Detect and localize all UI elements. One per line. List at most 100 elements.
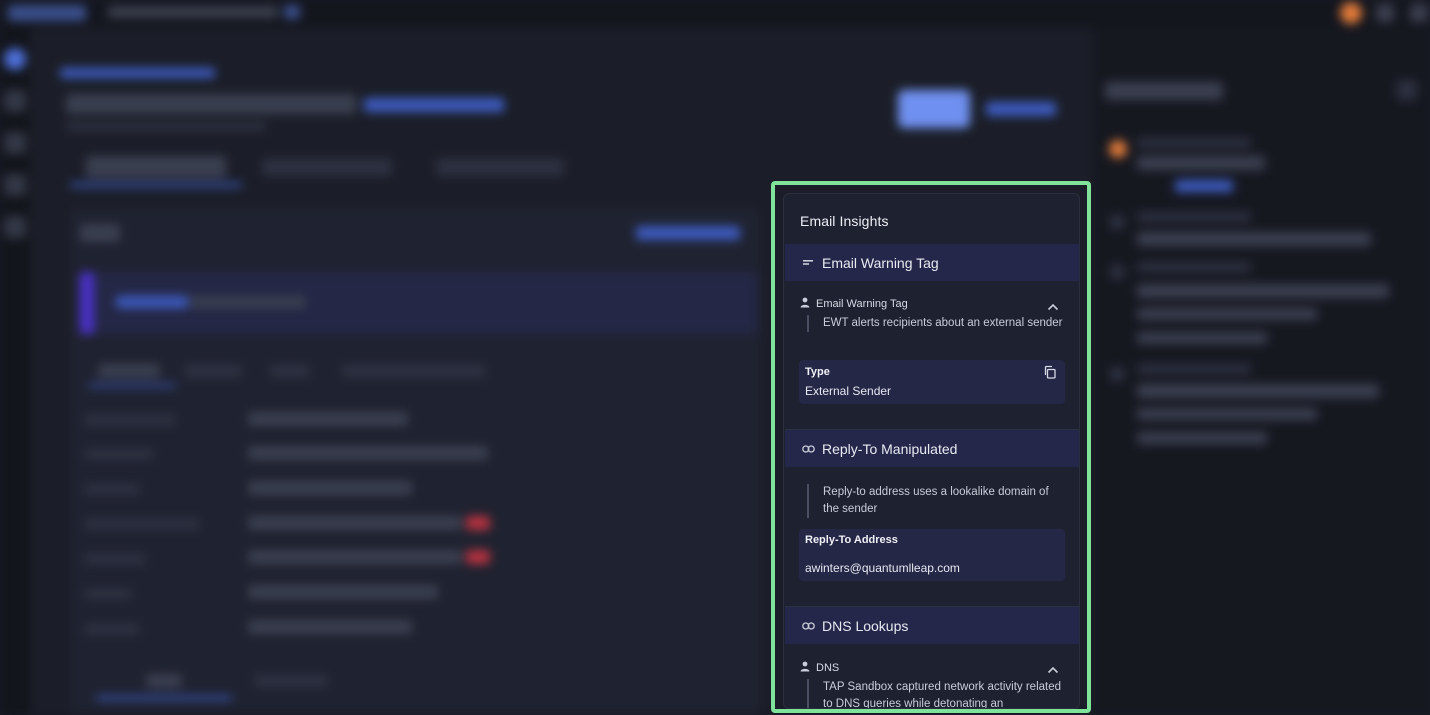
secondary-action bbox=[986, 102, 1056, 116]
event-icon bbox=[1109, 214, 1125, 230]
dns-item[interactable]: DNS bbox=[800, 659, 839, 677]
replyto-description: Reply-to address uses a lookalike domain… bbox=[807, 484, 1065, 518]
reply-to-field-box: Reply-To Address awinters@quantumlleap.c… bbox=[799, 529, 1065, 581]
nav-mail-icon bbox=[4, 90, 26, 112]
panel-title bbox=[1105, 82, 1223, 100]
event-title bbox=[1137, 232, 1371, 246]
nav-inbox-icon bbox=[4, 132, 26, 154]
row-value bbox=[248, 516, 462, 530]
reply-to-field-value: awinters@quantumlleap.com bbox=[805, 561, 960, 575]
row-label bbox=[84, 588, 132, 600]
tab-message-analysis bbox=[86, 156, 226, 178]
item-label: DNS bbox=[816, 662, 840, 674]
event-label bbox=[1137, 212, 1251, 222]
subtab-1 bbox=[98, 364, 160, 378]
row-label bbox=[84, 623, 140, 635]
row-value bbox=[248, 481, 412, 495]
chevron-up-icon[interactable] bbox=[1047, 298, 1059, 311]
status-badge bbox=[364, 98, 504, 112]
row-value bbox=[248, 620, 412, 634]
event-title bbox=[1137, 284, 1389, 298]
notification-icon bbox=[1340, 2, 1362, 24]
active-tab-indicator bbox=[70, 183, 242, 187]
row-value bbox=[248, 446, 488, 460]
type-field-label: Type bbox=[805, 366, 830, 378]
back-link bbox=[60, 68, 215, 78]
chevron-up-icon[interactable] bbox=[1047, 661, 1059, 674]
brand-logo bbox=[8, 5, 86, 21]
link-icon bbox=[801, 442, 815, 456]
dns-description: TAP Sandbox captured network activity re… bbox=[807, 679, 1065, 708]
event-icon bbox=[1109, 264, 1125, 280]
event-title bbox=[1137, 384, 1379, 398]
nav-search-icon bbox=[4, 174, 26, 196]
type-field-value: External Sender bbox=[805, 384, 892, 398]
bottom-tab-indicator bbox=[96, 696, 232, 700]
section-label: DNS Lookups bbox=[822, 617, 909, 634]
event-detail bbox=[1137, 408, 1317, 420]
row-label bbox=[84, 448, 154, 460]
risk-flag bbox=[466, 516, 490, 530]
nav-home-icon bbox=[4, 48, 26, 70]
card-title: Email Insights bbox=[800, 213, 889, 229]
help-icon bbox=[1376, 4, 1394, 22]
dropdown-chevron bbox=[284, 5, 300, 19]
row-value bbox=[248, 585, 438, 599]
bottom-tab-1 bbox=[146, 674, 182, 688]
copy-icon[interactable] bbox=[1043, 365, 1057, 379]
row-value bbox=[248, 412, 408, 426]
page-title bbox=[66, 94, 356, 114]
section-label: Email Warning Tag bbox=[822, 254, 939, 271]
row-label bbox=[84, 518, 200, 530]
user-icon bbox=[800, 659, 810, 677]
row-label bbox=[84, 553, 146, 565]
row-label bbox=[84, 414, 176, 426]
row-value bbox=[248, 550, 462, 564]
tag-lines-icon bbox=[801, 256, 815, 270]
panel-heading bbox=[80, 224, 120, 242]
event-icon bbox=[1109, 366, 1125, 382]
background-app bbox=[0, 0, 1430, 715]
section-reply-to-manipulated[interactable]: Reply-To Manipulated bbox=[785, 430, 1079, 467]
warning-description: EWT alerts recipients about an external … bbox=[807, 315, 1065, 332]
alert-link bbox=[116, 296, 188, 308]
row-label bbox=[84, 483, 140, 495]
event-title bbox=[1137, 156, 1265, 170]
section-label: Reply-To Manipulated bbox=[822, 440, 958, 457]
panel-close-icon bbox=[1397, 80, 1417, 100]
email-insights-card: Email Insights Email Warning Tag Email W… bbox=[783, 193, 1080, 709]
event-orange-icon bbox=[1109, 140, 1127, 158]
event-detail bbox=[1137, 308, 1317, 320]
settings-icon bbox=[1410, 4, 1428, 22]
subtab-4 bbox=[342, 364, 486, 378]
reply-to-field-label: Reply-To Address bbox=[805, 534, 898, 546]
tab-sender bbox=[262, 158, 392, 176]
event-detail bbox=[1137, 432, 1267, 444]
event-detail bbox=[1137, 332, 1267, 344]
event-label bbox=[1137, 138, 1251, 148]
alert-text bbox=[190, 296, 306, 308]
bottom-tab-2 bbox=[254, 674, 328, 688]
side-navigation bbox=[0, 28, 30, 715]
link-icon bbox=[801, 619, 815, 633]
event-label bbox=[1137, 262, 1251, 272]
nav-list-icon bbox=[4, 216, 26, 238]
user-icon bbox=[800, 295, 810, 313]
workspace-breadcrumb bbox=[108, 6, 278, 18]
subtab-3 bbox=[270, 364, 310, 378]
event-link bbox=[1175, 180, 1233, 192]
primary-button bbox=[898, 90, 970, 128]
section-email-warning-tag[interactable]: Email Warning Tag bbox=[785, 244, 1079, 281]
type-field-box: Type External Sender bbox=[799, 360, 1065, 404]
panel-link bbox=[636, 226, 740, 240]
warning-tag-item[interactable]: Email Warning Tag bbox=[800, 295, 908, 313]
page-subtitle bbox=[66, 122, 266, 131]
item-label: Email Warning Tag bbox=[816, 298, 908, 310]
top-bar bbox=[0, 0, 1430, 28]
section-dns-lookups[interactable]: DNS Lookups bbox=[785, 607, 1079, 644]
subtab-indicator bbox=[88, 384, 176, 387]
event-label bbox=[1137, 364, 1251, 374]
tab-threat bbox=[436, 158, 564, 176]
alert-accent bbox=[80, 272, 94, 334]
risk-flag bbox=[466, 550, 490, 564]
